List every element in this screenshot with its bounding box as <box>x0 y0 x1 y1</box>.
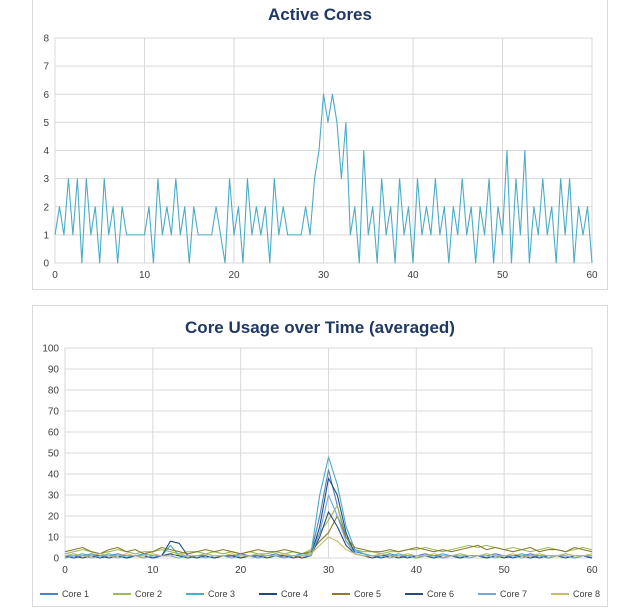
legend-label: Core 6 <box>427 589 455 599</box>
legend-swatch <box>332 593 350 595</box>
y-tick-label: 8 <box>43 34 49 45</box>
x-tick-label: 50 <box>497 270 509 281</box>
y-tick-label: 2 <box>43 202 49 213</box>
x-tick-label: 60 <box>586 565 598 576</box>
y-tick-label: 40 <box>48 470 60 481</box>
legend-label: Core 7 <box>500 589 528 599</box>
y-tick-label: 0 <box>43 259 49 270</box>
legend-label: Core 4 <box>280 589 308 599</box>
legend-item: Core 4 <box>258 586 308 602</box>
y-tick-label: 1 <box>43 230 49 241</box>
core-usage-plot: 0 10 20 30 40 50 60 70 80 90 100 0 10 20 30 40 50 60 <box>42 344 598 577</box>
y-tick-label: 60 <box>48 428 60 439</box>
x-tick-label: 30 <box>323 565 335 576</box>
y-tick-label: 6 <box>43 90 49 101</box>
legend-item: Core 6 <box>405 586 454 602</box>
y-tick-label: 3 <box>43 174 49 185</box>
legend-label: Core 8 <box>573 589 601 599</box>
y-tick-label: 20 <box>48 512 60 523</box>
y-tick-label: 10 <box>48 533 60 544</box>
x-tick-label: 10 <box>147 565 159 576</box>
core-usage-chart: Core Usage over Time (averaged) 0 10 20 30 4… <box>32 305 608 607</box>
y-tick-label: 90 <box>48 365 60 376</box>
legend-label: Core 5 <box>354 589 382 599</box>
x-tick-label: 60 <box>586 270 598 281</box>
x-tick-label: 40 <box>407 270 419 281</box>
y-tick-label: 70 <box>48 407 60 418</box>
x-tick-label: 40 <box>411 565 423 576</box>
legend-label: Core 1 <box>61 589 89 599</box>
x-tick-label: 0 <box>62 565 68 576</box>
legend-item: Core 7 <box>478 586 527 602</box>
y-tick-label: 5 <box>43 118 49 129</box>
legend-item: Core 8 <box>551 586 600 602</box>
legend-item: Core 3 <box>185 586 235 602</box>
y-tick-label: 7 <box>43 62 49 73</box>
x-tick-label: 30 <box>318 270 330 281</box>
legend-swatch <box>39 593 58 595</box>
y-tick-label: 50 <box>48 449 60 460</box>
y-tick-label: 30 <box>48 491 60 502</box>
legend-swatch <box>405 593 424 595</box>
x-tick-label: 50 <box>499 565 511 576</box>
legend-label: Core 3 <box>207 589 235 599</box>
legend-swatch <box>551 593 570 595</box>
x-tick-label: 20 <box>228 270 240 281</box>
legend-swatch <box>185 593 204 595</box>
x-tick-label: 0 <box>52 270 58 281</box>
x-tick-label: 20 <box>235 565 247 576</box>
legend-item: Core 2 <box>112 586 162 602</box>
y-tick-label: 4 <box>43 146 49 157</box>
legend-label: Core 2 <box>134 589 162 599</box>
active-cores-chart: Active Cores 0 1 2 3 4 5 6 7 8 0 10 20 30 40 50 60 <box>32 0 608 290</box>
y-tick-label: 0 <box>53 554 59 565</box>
y-tick-label: 100 <box>42 344 59 355</box>
legend-item: Core 5 <box>332 586 381 602</box>
active-cores-plot: 0 1 2 3 4 5 6 7 8 0 10 20 30 40 50 60 <box>43 34 598 282</box>
legend-swatch <box>258 593 277 595</box>
legend-swatch <box>112 593 131 595</box>
y-tick-label: 80 <box>48 386 60 397</box>
x-tick-label: 10 <box>139 270 151 281</box>
legend-swatch <box>478 593 497 595</box>
legend: Core 1 Core 2 Core 3 Core 4 Core 5 Core 6 Core… <box>33 586 607 602</box>
legend-item: Core 1 <box>39 586 89 602</box>
